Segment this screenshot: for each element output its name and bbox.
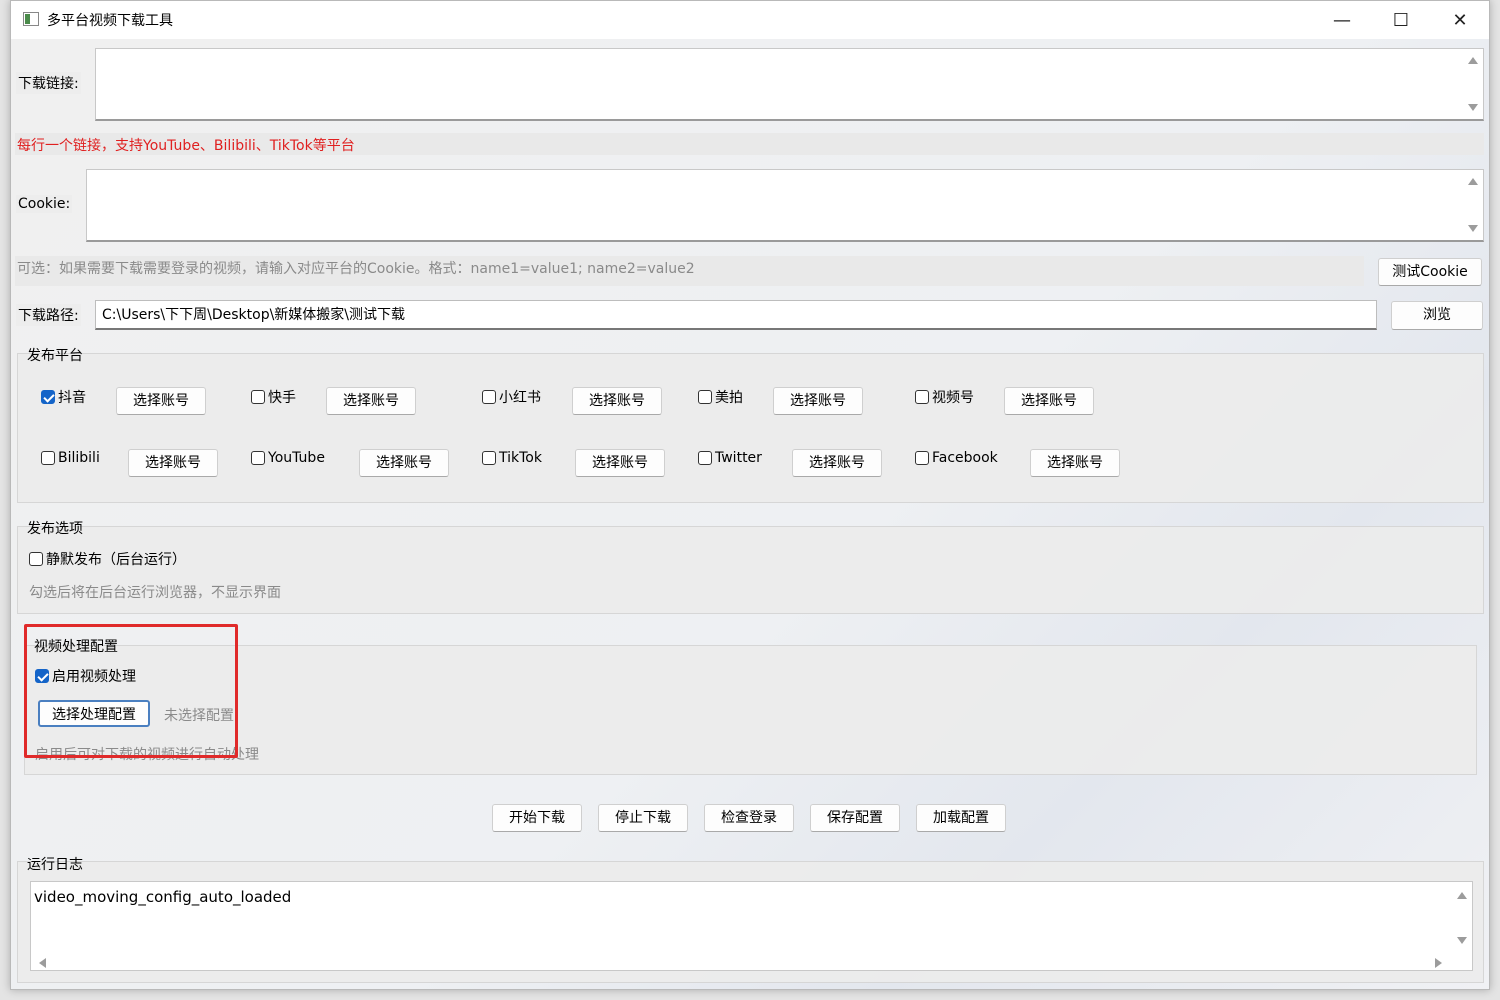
test-cookie-button[interactable]: 测试Cookie (1378, 258, 1482, 286)
path-input[interactable]: C:\Users\下下周\Desktop\新媒体搬家\测试下载 (95, 300, 1377, 330)
check-login-button[interactable]: 检查登录 (704, 804, 794, 832)
scroll-right-icon[interactable] (1435, 958, 1442, 968)
checkbox-icon[interactable] (41, 451, 55, 465)
platform-meipai-checkbox[interactable]: 美拍 (698, 387, 743, 407)
platform-label: Bilibili (58, 450, 100, 466)
scroll-down-icon[interactable] (1468, 104, 1478, 111)
select-account-button[interactable]: 选择账号 (792, 449, 882, 477)
log-textarea[interactable]: video_moving_config_auto_loaded (30, 881, 1473, 971)
links-textarea[interactable] (95, 48, 1484, 121)
cookie-scrollbar[interactable] (1467, 174, 1481, 236)
platform-facebook-checkbox[interactable]: Facebook (915, 450, 998, 466)
publish-options-title: 发布选项 (27, 521, 83, 537)
platform-label: 美拍 (715, 390, 743, 406)
save-config-button[interactable]: 保存配置 (810, 804, 900, 832)
platform-label: 视频号 (932, 390, 974, 406)
checkbox-icon[interactable] (251, 451, 265, 465)
checkbox-icon[interactable] (482, 451, 496, 465)
select-account-button[interactable]: 选择账号 (359, 449, 449, 477)
client-area: 下载链接: 每行一个链接，支持YouTube、Bilibili、TikTok等平… (11, 39, 1489, 989)
checkbox-icon[interactable] (698, 390, 712, 404)
scroll-left-icon[interactable] (39, 958, 46, 968)
select-account-button[interactable]: 选择账号 (1030, 449, 1120, 477)
scroll-up-icon[interactable] (1468, 178, 1478, 185)
checkbox-icon[interactable] (915, 451, 929, 465)
silent-publish-hint: 勾选后将在后台运行浏览器，不显示界面 (29, 585, 281, 601)
checkbox-icon[interactable] (915, 390, 929, 404)
checkbox-checked-icon[interactable] (41, 390, 55, 404)
platform-label: Facebook (932, 450, 998, 466)
checkbox-icon[interactable] (29, 552, 43, 566)
select-account-button[interactable]: 选择账号 (1004, 387, 1094, 415)
path-label: 下载路径: (16, 304, 81, 326)
cookie-label: Cookie: (16, 195, 73, 213)
platform-bilibili-checkbox[interactable]: Bilibili (41, 450, 100, 466)
scroll-down-icon[interactable] (1468, 225, 1478, 232)
platform-douyin-checkbox[interactable]: 抖音 (41, 387, 86, 407)
platform-twitter-checkbox[interactable]: Twitter (698, 450, 762, 466)
cookie-textarea[interactable] (86, 169, 1484, 242)
checkbox-icon[interactable] (251, 390, 265, 404)
browse-button[interactable]: 浏览 (1391, 301, 1483, 330)
select-account-button[interactable]: 选择账号 (572, 387, 662, 415)
title-bar: 多平台视频下载工具 — ☐ ✕ (11, 1, 1489, 39)
platform-label: 小红书 (499, 390, 541, 406)
platform-youtube-checkbox[interactable]: YouTube (251, 450, 325, 466)
window-title: 多平台视频下载工具 (47, 13, 173, 29)
select-account-button[interactable]: 选择账号 (326, 387, 416, 415)
platform-label: YouTube (268, 450, 325, 466)
checkbox-icon[interactable] (698, 451, 712, 465)
highlight-annotation-box (24, 624, 238, 758)
platform-label: 快手 (268, 390, 296, 406)
links-hint: 每行一个链接，支持YouTube、Bilibili、TikTok等平台 (15, 133, 1484, 155)
select-account-button[interactable]: 选择账号 (128, 449, 218, 477)
checkbox-icon[interactable] (482, 390, 496, 404)
stop-download-button[interactable]: 停止下载 (598, 804, 688, 832)
close-icon[interactable]: ✕ (1437, 5, 1483, 35)
log-text: video_moving_config_auto_loaded (34, 888, 292, 906)
app-window: 多平台视频下载工具 — ☐ ✕ 下载链接: 每行一个链接，支持YouTube、B… (10, 0, 1490, 990)
platforms-title: 发布平台 (27, 348, 83, 364)
maximize-icon[interactable]: ☐ (1378, 5, 1424, 35)
links-scrollbar[interactable] (1467, 53, 1481, 115)
scroll-up-icon[interactable] (1457, 892, 1467, 899)
log-title: 运行日志 (27, 857, 83, 873)
scroll-up-icon[interactable] (1468, 57, 1478, 64)
platform-label: Twitter (715, 450, 762, 466)
platform-shipinhao-checkbox[interactable]: 视频号 (915, 387, 974, 407)
app-icon (23, 12, 39, 26)
platform-xiaohongshu-checkbox[interactable]: 小红书 (482, 387, 541, 407)
platform-kuaishou-checkbox[interactable]: 快手 (251, 387, 296, 407)
scroll-down-icon[interactable] (1457, 937, 1467, 944)
select-account-button[interactable]: 选择账号 (116, 387, 206, 415)
minimize-icon[interactable]: — (1319, 5, 1365, 35)
platforms-group (17, 353, 1484, 503)
silent-publish-label: 静默发布（后台运行） (46, 552, 186, 568)
cookie-hint: 可选：如果需要下载需要登录的视频，请输入对应平台的Cookie。格式：name1… (15, 256, 1364, 286)
platform-label: 抖音 (58, 390, 86, 406)
log-horizontal-scrollbar[interactable] (31, 954, 1472, 970)
select-account-button[interactable]: 选择账号 (773, 387, 863, 415)
log-vertical-scrollbar[interactable] (1456, 888, 1470, 948)
select-account-button[interactable]: 选择账号 (575, 449, 665, 477)
platform-tiktok-checkbox[interactable]: TikTok (482, 450, 542, 466)
platform-label: TikTok (499, 450, 542, 466)
start-download-button[interactable]: 开始下载 (492, 804, 582, 832)
silent-publish-checkbox[interactable]: 静默发布（后台运行） (29, 549, 186, 569)
load-config-button[interactable]: 加载配置 (916, 804, 1006, 832)
links-label: 下载链接: (16, 72, 81, 94)
